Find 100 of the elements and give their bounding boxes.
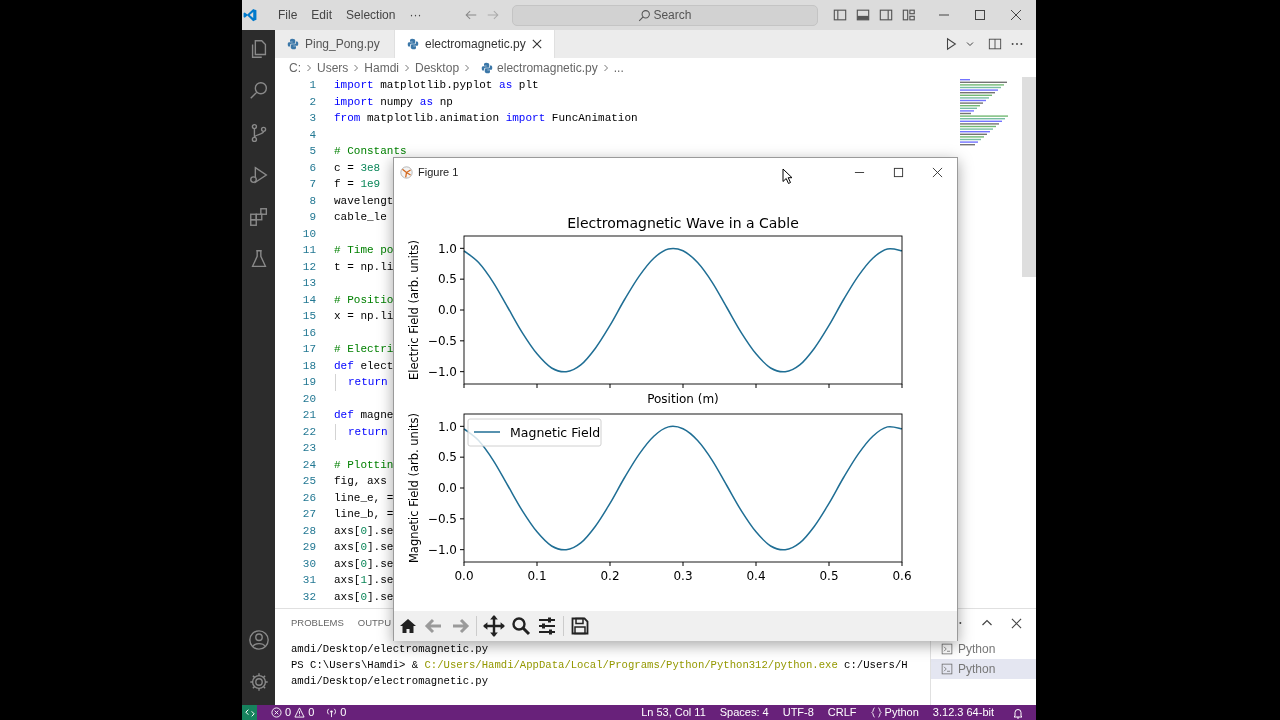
line-number: 13 (301, 276, 316, 291)
tick-label: 0.0 (437, 481, 457, 496)
line-number: 29 (301, 540, 316, 555)
code-line: def magne (334, 408, 394, 423)
line-number: 5 (308, 144, 316, 159)
tick-label: 0.5 (819, 569, 839, 583)
status-item[interactable]: Spaces: 4 (713, 705, 775, 720)
breadcrumb-item[interactable]: electromagnetic.py (497, 58, 598, 77)
code-line: # Time po (334, 243, 394, 258)
menu-item[interactable]: File (271, 6, 305, 24)
line-number: 23 (301, 441, 316, 456)
tick-label: 0.5 (437, 272, 457, 287)
code-line: axs[0].se (334, 523, 394, 539)
code-line: return (348, 424, 388, 440)
line-number: 26 (301, 490, 316, 506)
code-line: import numpy as np (334, 94, 453, 110)
line-number: 22 (301, 424, 316, 440)
tick-label: 0.0 (454, 569, 474, 583)
line-number: 21 (301, 408, 316, 423)
code-line: from matplotlib.animation import FuncAnimation (334, 111, 638, 126)
code-line: return (348, 375, 388, 390)
line-number: 19 (301, 375, 316, 390)
code-line: axs[0].se (334, 540, 394, 555)
tick-label: 0.5 (437, 450, 457, 465)
line-number: 1 (308, 78, 316, 93)
code-line: line_e, = (334, 490, 394, 506)
menu-item[interactable]: ··· (402, 6, 429, 24)
editor-tab[interactable]: electromagnetic.py (395, 30, 555, 58)
line-number: 31 (301, 573, 316, 588)
code-line: wavelengt (334, 193, 394, 209)
code-line: import matplotlib.pyplot as plt (334, 78, 539, 93)
code-line: cable_le (334, 210, 387, 225)
tick-label: 0.2 (600, 569, 620, 583)
code-line: x = np.li (334, 309, 394, 324)
status-item[interactable]: Python (864, 705, 925, 720)
line-number: 20 (301, 391, 316, 407)
line-number: 15 (301, 309, 316, 324)
line-number: 10 (301, 226, 316, 242)
code-line: axs[1].se (334, 573, 394, 588)
menu-item[interactable]: Edit (304, 6, 340, 24)
panel-tab[interactable]: OUTPU (357, 615, 392, 631)
line-number: 8 (308, 193, 316, 209)
code-line: # Constants (334, 144, 407, 159)
line-number: 32 (301, 589, 316, 605)
tick-label: 1.0 (437, 241, 457, 256)
line-number: 2 (308, 94, 316, 110)
axis-label: Position (m) (647, 392, 719, 406)
breadcrumb-item[interactable]: Users (317, 58, 349, 77)
breadcrumb-item[interactable]: Desktop (415, 58, 460, 77)
menu-item[interactable]: Selection (339, 6, 403, 24)
terminal-line: amdi/Desktop/electromagnetic.py (291, 642, 489, 657)
line-number: 4 (308, 127, 316, 143)
search-field[interactable]: Search (512, 4, 819, 26)
tick-label: −0.5 (427, 334, 457, 349)
tick-label: 0.4 (746, 569, 766, 583)
line-number: 25 (301, 474, 316, 489)
line-number: 18 (301, 358, 316, 374)
tick-label: −1.0 (427, 542, 457, 557)
code-line: axs[0].se (334, 556, 394, 572)
line-number: 16 (301, 325, 316, 341)
axis-label: Magnetic Field (arb. units) (407, 412, 421, 564)
ports-status[interactable]: 0 (320, 705, 353, 720)
panel-tab[interactable]: PROBLEMS (291, 615, 344, 631)
line-number: 27 (301, 507, 316, 522)
tick-label: 0.0 (437, 303, 457, 318)
code-line: t = np.li (334, 259, 394, 275)
breadcrumb-item[interactable]: ... (613, 58, 624, 77)
code-line: axs[0].se (334, 589, 394, 605)
tick-label: −0.5 (427, 512, 457, 527)
line-number: 7 (308, 177, 316, 192)
code-line: c = 3e8 (334, 160, 381, 176)
problems-status[interactable]: 0 0 (265, 705, 321, 720)
status-item[interactable]: Ln 53, Col 11 (635, 705, 712, 720)
code-line: line_b, = (334, 507, 394, 522)
tick-label: 0.6 (892, 569, 912, 583)
breadcrumb-item[interactable]: Hamdi (364, 58, 400, 77)
breadcrumb-item[interactable]: C: (289, 58, 301, 77)
tick-label: 0.1 (527, 569, 547, 583)
status-item[interactable]: CRLF (821, 705, 863, 720)
code-line: fig, axs (334, 474, 387, 489)
line-number: 11 (301, 243, 316, 258)
line-number: 3 (308, 111, 316, 126)
code-line: # Electri (334, 342, 394, 357)
tick-label: 1.0 (437, 419, 457, 434)
axis-label: Electric Field (arb. units) (407, 239, 421, 381)
tick-label: −1.0 (427, 364, 457, 379)
legend-label: Magnetic Field (510, 424, 601, 440)
code-line: def elect (334, 358, 394, 374)
terminal-tab[interactable]: Python (931, 659, 1036, 679)
code-line: # Plottin (334, 457, 394, 473)
status-item[interactable]: 3.12.3 64-bit (926, 705, 1000, 720)
status-item[interactable]: UTF-8 (776, 705, 820, 720)
terminal-line: amdi/Desktop/electromagnetic.py (291, 674, 489, 689)
line-number: 6 (308, 160, 316, 176)
terminal-line: PS C:\Users\Hamdi> & C:/Users/Hamdi/AppData/Local/Programs/Python/Python312/python.exe c:/Users/H (291, 658, 908, 673)
code-line: # Positio (334, 292, 394, 308)
terminal-tab[interactable]: Python (931, 639, 1036, 659)
line-number: 30 (301, 556, 316, 572)
window-title: Figure 1 (418, 164, 459, 180)
tick-label: 0.3 (673, 569, 693, 583)
